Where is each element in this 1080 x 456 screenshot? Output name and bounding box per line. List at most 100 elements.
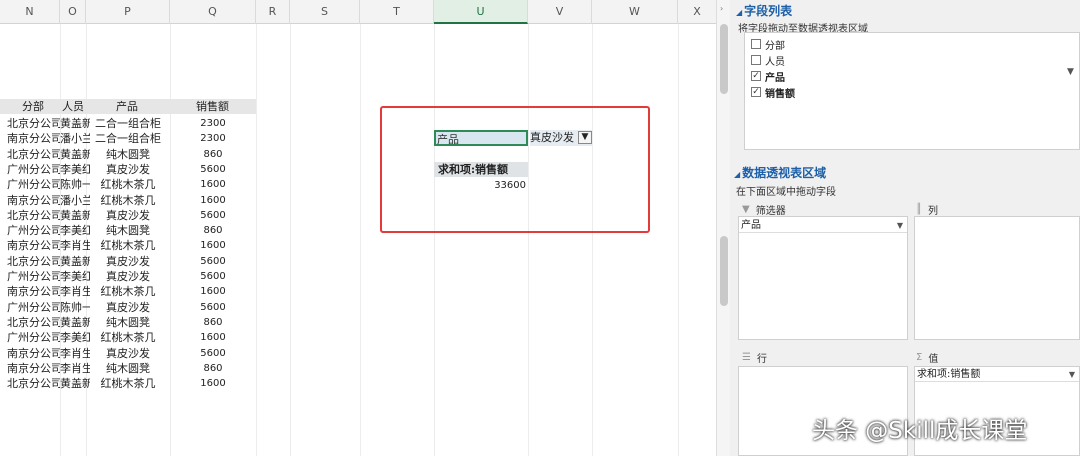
cell-product[interactable]: 真皮沙发 <box>86 346 170 361</box>
cell-branch[interactable]: 广州分公司 <box>7 300 60 315</box>
cell-sales[interactable]: 860 <box>170 315 256 330</box>
cell-product[interactable]: 红桃木茶几 <box>86 238 170 253</box>
cell-product[interactable]: 二合一组合柜 <box>86 131 170 146</box>
cell-product[interactable]: 真皮沙发 <box>86 254 170 269</box>
cell-branch[interactable]: 南京分公司 <box>7 284 60 299</box>
column-header-q[interactable]: Q <box>170 0 256 24</box>
gridline <box>360 24 361 456</box>
cell-product[interactable]: 二合一组合柜 <box>86 116 170 131</box>
header-cell-staff[interactable]: 人员 <box>62 99 86 114</box>
field-item[interactable]: ✓ 销售额 <box>751 85 795 100</box>
table-row: 广州分公司 李美红 红桃木茶几 1600 <box>0 330 256 345</box>
header-cell-sales[interactable]: 销售额 <box>196 99 246 114</box>
collapse-arrow-icon[interactable]: ◢ <box>734 170 740 179</box>
scroll-right-arrow-icon[interactable]: › <box>720 4 723 13</box>
cell-branch[interactable]: 广州分公司 <box>7 162 60 177</box>
cell-product[interactable]: 红桃木茶几 <box>86 193 170 208</box>
cell-sales[interactable]: 1600 <box>170 376 256 391</box>
column-header-o[interactable]: O <box>60 0 86 24</box>
cell-sales[interactable]: 5600 <box>170 162 256 177</box>
filter-field-item[interactable]: 产品 ▼ <box>739 219 907 233</box>
spreadsheet-grid[interactable]: N O P Q R S T U V W X 分部 人员 产品 销售额 北京分公司… <box>0 0 716 456</box>
columns-drop-area[interactable] <box>914 216 1080 340</box>
header-cell-product[interactable]: 产品 <box>116 99 156 114</box>
cell-product[interactable]: 纯木圆凳 <box>86 223 170 238</box>
scrollbar-thumb-lower[interactable] <box>720 236 728 306</box>
scrollbar-thumb[interactable] <box>720 24 728 94</box>
table-row: 广州分公司 陈帅一 红桃木茶几 1600 <box>0 177 256 192</box>
cell-branch[interactable]: 北京分公司 <box>7 254 60 269</box>
cell-sales[interactable]: 5600 <box>170 346 256 361</box>
column-header-w[interactable]: W <box>592 0 678 24</box>
field-item[interactable]: 分部 <box>751 37 785 52</box>
cell-branch[interactable]: 北京分公司 <box>7 147 60 162</box>
cell-product[interactable]: 真皮沙发 <box>86 162 170 177</box>
dropdown-arrow-icon[interactable]: ▼ <box>897 219 903 233</box>
cell-sales[interactable]: 860 <box>170 147 256 162</box>
cell-product[interactable]: 真皮沙发 <box>86 269 170 284</box>
field-item[interactable]: 人员 <box>751 53 785 68</box>
header-cell-branch[interactable]: 分部 <box>22 99 62 114</box>
cell-branch[interactable]: 南京分公司 <box>7 361 60 376</box>
table-row: 北京分公司 黄盖新 二合一组合柜 2300 <box>0 116 256 131</box>
cell-sales[interactable]: 1600 <box>170 177 256 192</box>
column-header-x[interactable]: X <box>678 0 716 24</box>
cell-branch[interactable]: 广州分公司 <box>7 223 60 238</box>
cell-sales[interactable]: 5600 <box>170 269 256 284</box>
cell-sales[interactable]: 2300 <box>170 116 256 131</box>
cell-sales[interactable]: 5600 <box>170 208 256 223</box>
cell-branch[interactable]: 北京分公司 <box>7 116 60 131</box>
cell-sales[interactable]: 5600 <box>170 254 256 269</box>
cell-sales[interactable]: 1600 <box>170 284 256 299</box>
cell-sales[interactable]: 5600 <box>170 300 256 315</box>
cell-product[interactable]: 纯木圆凳 <box>86 315 170 330</box>
collapse-arrow-icon[interactable]: ◢ <box>736 8 742 17</box>
cell-branch[interactable]: 南京分公司 <box>7 131 60 146</box>
cell-branch[interactable]: 北京分公司 <box>7 376 60 391</box>
cell-branch[interactable]: 广州分公司 <box>7 330 60 345</box>
checkbox-icon[interactable] <box>751 55 761 65</box>
cell-product[interactable]: 真皮沙发 <box>86 208 170 223</box>
cell-branch[interactable]: 北京分公司 <box>7 315 60 330</box>
checked-checkbox-icon[interactable]: ✓ <box>751 87 761 97</box>
cell-branch[interactable]: 广州分公司 <box>7 177 60 192</box>
column-header-t[interactable]: T <box>360 0 434 24</box>
cell-product[interactable]: 红桃木茶几 <box>86 284 170 299</box>
cell-product[interactable]: 纯木圆凳 <box>86 361 170 376</box>
values-field-item[interactable]: 求和项:销售额 ▼ <box>915 368 1079 382</box>
cell-branch[interactable]: 南京分公司 <box>7 193 60 208</box>
cell-branch[interactable]: 广州分公司 <box>7 269 60 284</box>
column-header-v[interactable]: V <box>528 0 592 24</box>
checkbox-icon[interactable] <box>751 39 761 49</box>
column-header-n[interactable]: N <box>0 0 60 24</box>
cell-branch[interactable]: 南京分公司 <box>7 346 60 361</box>
cell-sales[interactable]: 1600 <box>170 193 256 208</box>
cell-product[interactable]: 红桃木茶几 <box>86 177 170 192</box>
cell-product[interactable]: 真皮沙发 <box>86 300 170 315</box>
column-header-u[interactable]: U <box>434 0 528 24</box>
table-row: 广州分公司 李美红 真皮沙发 5600 <box>0 269 256 284</box>
cell-sales[interactable]: 2300 <box>170 131 256 146</box>
cell-sales[interactable]: 860 <box>170 361 256 376</box>
checked-checkbox-icon[interactable]: ✓ <box>751 71 761 81</box>
areas-title: ◢ 数据透视表区域 <box>734 166 827 180</box>
cell-product[interactable]: 纯木圆凳 <box>86 147 170 162</box>
vertical-scrollbar[interactable]: › <box>716 0 730 456</box>
table-row: 广州分公司 李美红 纯木圆凳 860 <box>0 223 256 238</box>
cell-branch[interactable]: 南京分公司 <box>7 238 60 253</box>
table-header-row: 分部 人员 产品 销售额 <box>0 99 256 114</box>
field-item[interactable]: ✓ 产品 <box>751 69 785 84</box>
table-row: 南京分公司 李肖生 红桃木茶几 1600 <box>0 284 256 299</box>
cell-sales[interactable]: 860 <box>170 223 256 238</box>
filters-drop-area[interactable]: 产品 ▼ <box>738 216 908 340</box>
gridline <box>592 24 593 456</box>
column-header-p[interactable]: P <box>86 0 170 24</box>
cell-branch[interactable]: 北京分公司 <box>7 208 60 223</box>
dropdown-arrow-icon[interactable]: ▼ <box>1069 368 1075 382</box>
cell-sales[interactable]: 1600 <box>170 330 256 345</box>
column-header-r[interactable]: R <box>256 0 290 24</box>
column-header-s[interactable]: S <box>290 0 360 24</box>
cell-sales[interactable]: 1600 <box>170 238 256 253</box>
cell-product[interactable]: 红桃木茶几 <box>86 330 170 345</box>
cell-product[interactable]: 红桃木茶几 <box>86 376 170 391</box>
